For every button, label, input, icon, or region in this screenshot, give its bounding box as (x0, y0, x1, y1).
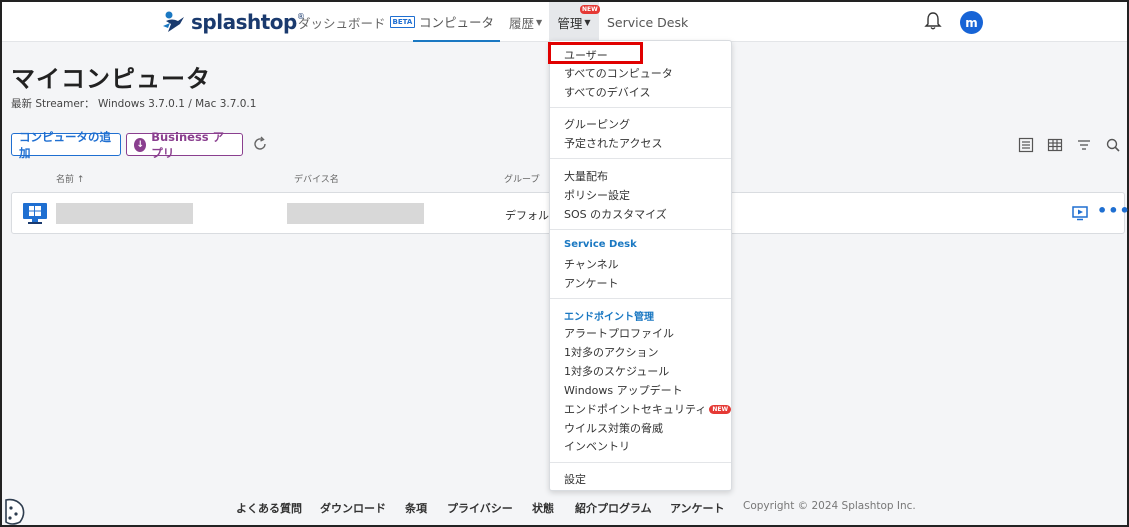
nav-admin[interactable]: 管理 ▼ NEW (549, 2, 600, 42)
nav-service-desk-label: Service Desk (607, 14, 689, 30)
menu-item-endpoint-security[interactable]: エンドポイントセキュリティ NEW (564, 401, 732, 417)
table-view-icon[interactable] (1047, 137, 1063, 153)
footer-link-faq[interactable]: よくある質問 (236, 500, 302, 516)
menu-item-scheduled-access[interactable]: 予定されたアクセス (564, 135, 662, 151)
nav-computers[interactable]: コンピュータ (413, 2, 500, 42)
footer-link-status[interactable]: 状態 (532, 500, 554, 516)
business-app-label: Business アプリ (151, 129, 225, 160)
menu-item-sos-customize[interactable]: SOS のカスタマイズ (564, 206, 667, 222)
footer-link-survey[interactable]: アンケート (670, 500, 725, 516)
footer-link-download[interactable]: ダウンロード (320, 500, 386, 516)
refresh-icon[interactable] (252, 136, 268, 152)
menu-item-mass-deployment[interactable]: 大量配布 (564, 168, 608, 184)
redacted-computer-name (56, 203, 193, 224)
cookie-settings-icon[interactable] (2, 496, 28, 526)
caret-down-icon: ▼ (584, 17, 591, 27)
splashtop-logo-icon (163, 11, 184, 32)
menu-item-antivirus-threats[interactable]: ウイルス対策の脅威 (564, 420, 663, 436)
menu-item-one-to-many-schedules[interactable]: 1対多のスケジュール (564, 363, 669, 379)
column-header-device[interactable]: デバイス名 (294, 172, 339, 185)
more-options-icon[interactable]: ••• (1097, 201, 1129, 220)
list-view-icon[interactable] (1018, 137, 1034, 153)
menu-item-all-devices[interactable]: すべてのデバイス (564, 84, 650, 100)
menu-item-users[interactable]: ユーザー (564, 47, 608, 63)
copyright-text: Copyright © 2024 Splashtop Inc. (743, 500, 916, 512)
remote-connect-icon[interactable] (1072, 205, 1088, 221)
streamer-version: 最新 Streamer： Windows 3.7.0.1 / Mac 3.7.0… (11, 98, 257, 110)
business-app-button[interactable]: ↓ Business アプリ (126, 130, 243, 160)
nav-dashboard-label: ダッシュボード (298, 15, 386, 31)
avatar[interactable]: m (960, 11, 983, 34)
menu-item-policy-settings[interactable]: ポリシー設定 (564, 187, 630, 203)
menu-item-one-to-many-actions[interactable]: 1対多のアクション (564, 344, 658, 360)
splashtop-logo[interactable]: splashtop ® (160, 8, 305, 36)
page-title: マイコンピュータ (11, 65, 211, 93)
nav-history-label: 履歴 (509, 15, 535, 31)
search-icon[interactable] (1105, 137, 1121, 153)
menu-divider (550, 298, 731, 299)
menu-item-grouping[interactable]: グルーピング (564, 116, 630, 132)
nav-history[interactable]: 履歴 ▼ (509, 2, 542, 42)
redacted-device-name (287, 203, 424, 224)
windows-computer-icon (23, 203, 47, 224)
download-icon: ↓ (134, 137, 147, 152)
menu-item-endpoint-security-label: エンドポイントセキュリティ (564, 403, 707, 416)
bell-icon[interactable] (923, 11, 943, 31)
menu-divider (550, 462, 731, 463)
column-header-group[interactable]: グループ (504, 172, 539, 185)
new-badge: NEW (580, 5, 600, 14)
menu-item-all-computers[interactable]: すべてのコンピュータ (564, 65, 673, 81)
nav-computers-label: コンピュータ (418, 14, 494, 30)
footer-link-terms[interactable]: 条項 (405, 500, 427, 516)
group-value: デフォル (505, 209, 549, 222)
menu-item-settings[interactable]: 設定 (564, 471, 586, 487)
menu-item-inventory[interactable]: インベントリ (564, 438, 630, 454)
admin-dropdown-menu: ユーザー すべてのコンピュータ すべてのデバイス グルーピング 予定されたアクセ… (548, 40, 732, 491)
add-computer-button[interactable]: コンピュータの追加 (11, 130, 121, 160)
menu-item-alert-profiles[interactable]: アラートプロファイル (564, 325, 674, 341)
new-badge: NEW (709, 404, 732, 414)
logo-text: splashtop (191, 10, 297, 34)
footer-link-privacy[interactable]: プライバシー (447, 500, 513, 516)
footer-link-referral[interactable]: 紹介プログラム (575, 500, 652, 516)
menu-section-endpoint-management: エンドポイント管理 (564, 312, 654, 323)
menu-item-windows-update[interactable]: Windows アップデート (564, 382, 683, 398)
nav-admin-label: 管理 (557, 15, 583, 31)
caret-down-icon: ▼ (536, 17, 543, 27)
menu-divider (550, 229, 731, 230)
beta-badge: BETA (389, 16, 416, 28)
menu-item-survey[interactable]: アンケート (564, 275, 619, 291)
nav-dashboard[interactable]: ダッシュボード BETA (298, 2, 416, 42)
filter-icon[interactable] (1076, 137, 1092, 153)
top-nav: splashtop ® ダッシュボード BETA コンピュータ 履歴 ▼ 管理 … (2, 2, 1127, 42)
menu-item-channels[interactable]: チャンネル (564, 256, 619, 272)
nav-service-desk[interactable]: Service Desk (607, 2, 688, 42)
column-header-name[interactable]: 名前 ↑ (56, 172, 84, 185)
menu-divider (550, 158, 731, 159)
menu-section-service-desk: Service Desk (564, 239, 637, 250)
menu-divider (550, 107, 731, 108)
